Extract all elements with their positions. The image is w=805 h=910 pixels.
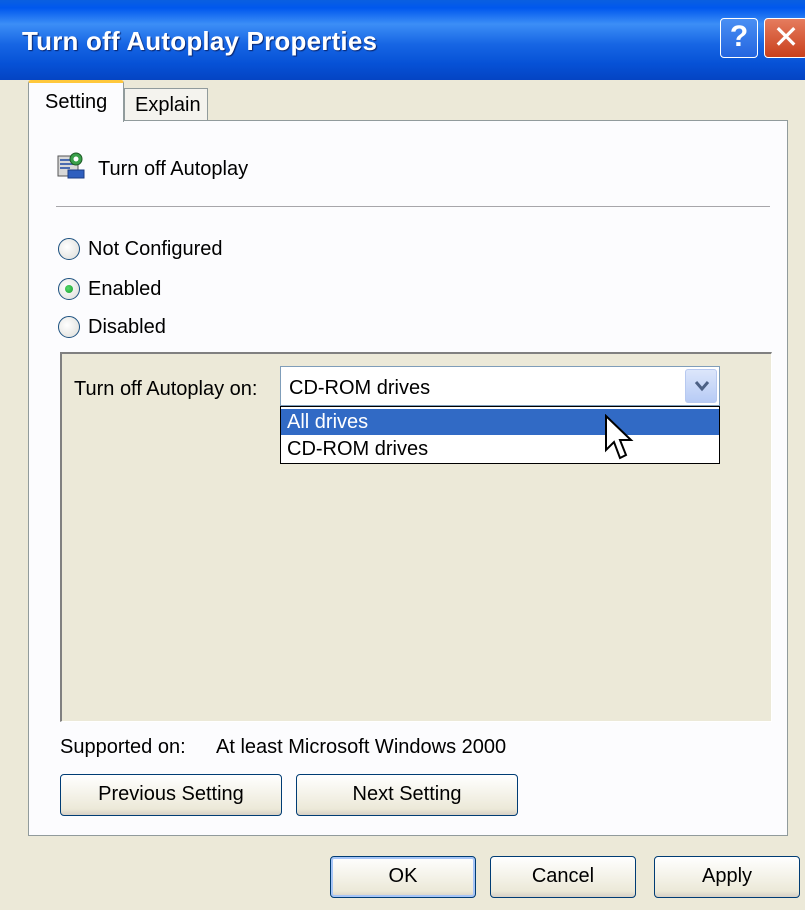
dropdown-item-all-drives[interactable]: All drives — [281, 409, 719, 435]
autoplay-drive-select[interactable]: CD-ROM drives — [280, 366, 720, 406]
window-title: Turn off Autoplay Properties — [22, 26, 378, 56]
supported-on-value: At least Microsoft Windows 2000 — [216, 736, 507, 758]
radio-not-configured[interactable]: Not Configured — [58, 236, 223, 262]
radio-button[interactable] — [58, 278, 80, 300]
radio-label: Not Configured — [88, 237, 223, 260]
next-setting-button[interactable]: Next Setting — [296, 774, 518, 816]
ok-button[interactable]: OK — [330, 856, 476, 898]
dropdown-button[interactable] — [685, 369, 717, 403]
close-button[interactable]: ✕ — [764, 18, 805, 58]
dropdown-list[interactable]: All drives CD-ROM drives — [280, 406, 720, 464]
radio-label: Disabled — [88, 315, 166, 338]
radio-enabled[interactable]: Enabled — [58, 276, 161, 302]
radio-label: Enabled — [88, 277, 162, 300]
supported-on-label: Supported on: — [60, 736, 186, 758]
policy-setting-icon — [57, 152, 85, 179]
title-bar[interactable]: Turn off Autoplay Properties ? ✕ — [0, 0, 805, 80]
combo-value: CD-ROM drives — [289, 377, 431, 399]
mouse-cursor-icon — [605, 414, 634, 460]
separator — [56, 206, 770, 207]
help-button[interactable]: ? — [720, 18, 758, 58]
dropdown-item-cd-rom-drives[interactable]: CD-ROM drives — [281, 436, 719, 462]
radio-button[interactable] — [58, 238, 80, 260]
previous-setting-button[interactable]: Previous Setting — [60, 774, 282, 816]
radio-disabled[interactable]: Disabled — [58, 314, 166, 340]
policy-title: Turn off Autoplay — [98, 158, 249, 180]
tab-explain[interactable]: Explain — [124, 88, 208, 122]
options-label: Turn off Autoplay on: — [74, 378, 258, 400]
tab-setting[interactable]: Setting — [28, 80, 124, 122]
apply-button[interactable]: Apply — [654, 856, 800, 898]
radio-button[interactable] — [58, 316, 80, 338]
chevron-down-icon — [694, 381, 710, 392]
cancel-button[interactable]: Cancel — [490, 856, 636, 898]
